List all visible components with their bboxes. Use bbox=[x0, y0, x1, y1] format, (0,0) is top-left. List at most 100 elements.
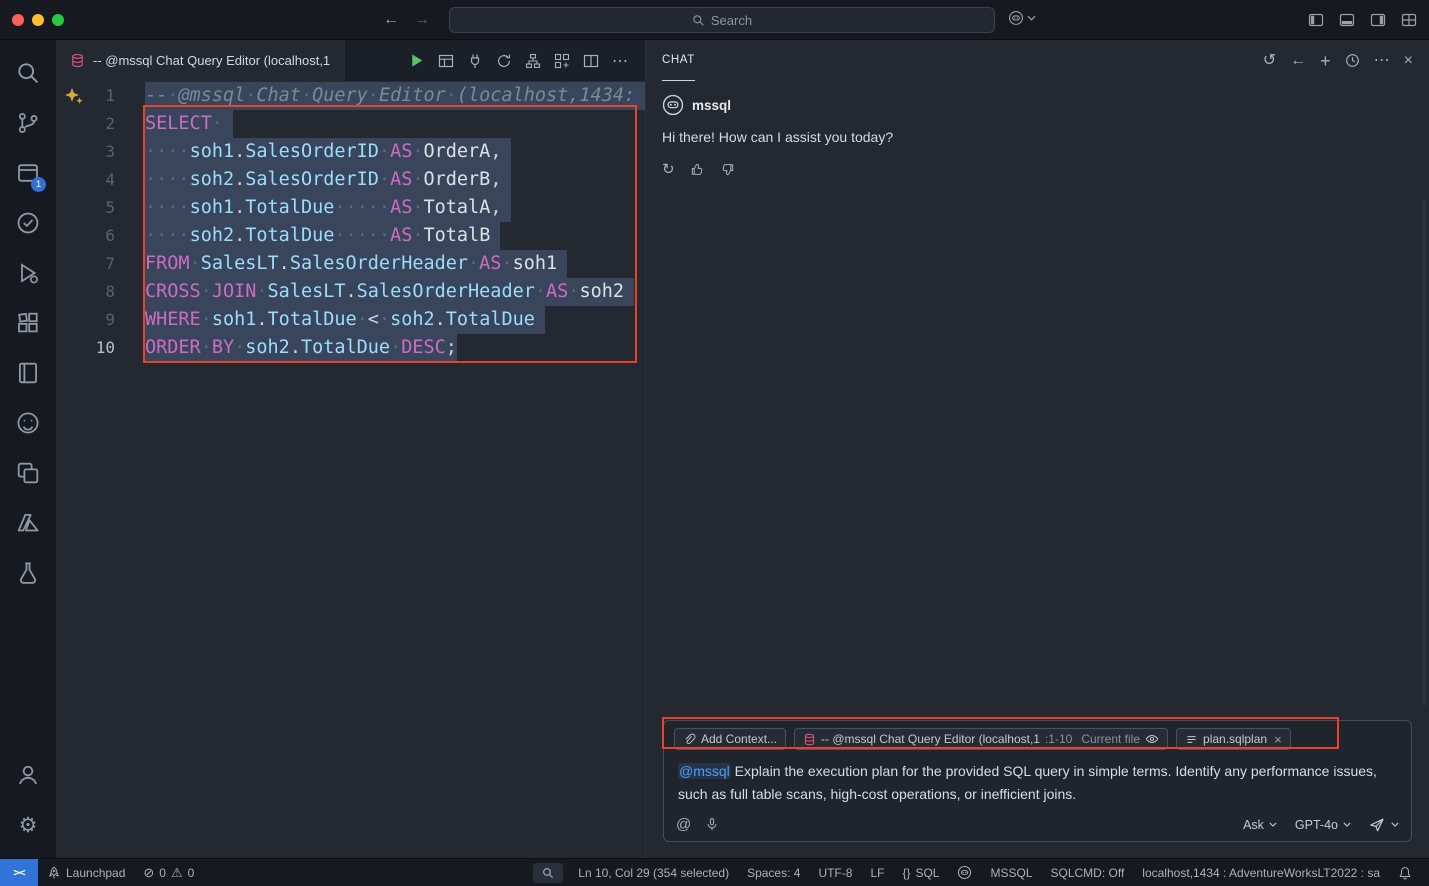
activity-extensions[interactable] bbox=[4, 298, 52, 348]
activity-remote-explorer[interactable]: 1 bbox=[4, 148, 52, 198]
customize-layout-icon[interactable] bbox=[1401, 12, 1417, 28]
code-line[interactable]: 2SELECT· bbox=[56, 110, 645, 138]
status-search-box[interactable] bbox=[533, 863, 563, 883]
results-grid-icon[interactable] bbox=[438, 53, 454, 69]
remote-indicator[interactable]: >< bbox=[0, 859, 38, 886]
code-token: soh2 bbox=[190, 225, 235, 246]
activity-containers[interactable] bbox=[4, 448, 52, 498]
mssql-status[interactable]: MSSQL bbox=[981, 859, 1041, 886]
code-line[interactable]: 5····soh1.TotalDue·····AS·TotalA, bbox=[56, 194, 645, 222]
scrollbar-thumb[interactable] bbox=[1422, 200, 1426, 705]
add-context-chip[interactable]: Add Context... bbox=[674, 728, 786, 750]
launchpad-status[interactable]: Launchpad bbox=[38, 859, 134, 886]
code-line[interactable]: 1--·@mssql·Chat·Query·Editor·(localhost,… bbox=[56, 82, 645, 110]
new-chat-icon[interactable]: + bbox=[1320, 52, 1331, 70]
code-line[interactable]: 10ORDER·BY·soh2.TotalDue·DESC; bbox=[56, 334, 645, 362]
current-file-chip[interactable]: -- @mssql Chat Query Editor (localhost,1… bbox=[794, 728, 1168, 750]
activity-notebooks[interactable] bbox=[4, 348, 52, 398]
connection-status[interactable]: localhost,1434 : AdventureWorksLT2022 : … bbox=[1133, 859, 1389, 886]
activity-testing[interactable] bbox=[4, 198, 52, 248]
chat-history-icon[interactable] bbox=[1345, 53, 1360, 68]
send-icon[interactable] bbox=[1369, 817, 1385, 833]
remove-chip-icon[interactable]: × bbox=[1274, 732, 1282, 747]
regenerate-icon[interactable]: ↻ bbox=[662, 160, 675, 178]
toggle-primary-sidebar-icon[interactable] bbox=[1308, 12, 1324, 28]
command-center-search[interactable]: Search bbox=[449, 7, 995, 33]
copilot-icon bbox=[1008, 10, 1024, 26]
editor-tab[interactable]: -- @mssql Chat Query Editor (localhost,1 bbox=[56, 40, 345, 81]
zoom-window-button[interactable] bbox=[52, 14, 64, 26]
activity-github[interactable] bbox=[4, 398, 52, 448]
close-window-button[interactable] bbox=[12, 14, 24, 26]
code-editor[interactable]: 1--·@mssql·Chat·Query·Editor·(localhost,… bbox=[56, 82, 645, 858]
microphone-icon[interactable] bbox=[705, 817, 719, 832]
code-token: · bbox=[535, 281, 546, 302]
thumbs-down-icon[interactable] bbox=[720, 162, 735, 177]
sqlcmd-status[interactable]: SQLCMD: Off bbox=[1042, 859, 1134, 886]
code-line[interactable]: 7FROM·SalesLT.SalesOrderHeader·AS·soh1 bbox=[56, 250, 645, 278]
mode-picker[interactable]: Ask bbox=[1243, 818, 1277, 832]
eye-icon[interactable] bbox=[1145, 732, 1159, 746]
eol-sequence[interactable]: LF bbox=[861, 859, 893, 886]
code-token: soh1 bbox=[212, 309, 257, 330]
search-placeholder: Search bbox=[711, 13, 752, 28]
redo-request-icon[interactable]: ← bbox=[1290, 53, 1306, 69]
code-line[interactable]: 3····soh1.SalesOrderID·AS·OrderA, bbox=[56, 138, 645, 166]
close-panel-icon[interactable]: × bbox=[1404, 53, 1413, 69]
code-line[interactable]: 9WHERE·soh1.TotalDue·<·soh2.TotalDue bbox=[56, 306, 645, 334]
code-token: · bbox=[212, 113, 223, 134]
toggle-panel-icon[interactable] bbox=[1339, 12, 1355, 28]
activity-run-debug[interactable] bbox=[4, 248, 52, 298]
connect-plug-icon[interactable] bbox=[467, 53, 483, 69]
more-actions-icon[interactable]: ⋯ bbox=[612, 51, 629, 71]
mention-picker-icon[interactable]: @ bbox=[676, 816, 691, 833]
activity-source-control[interactable] bbox=[4, 98, 52, 148]
undo-request-icon[interactable]: ↺ bbox=[1263, 53, 1276, 69]
activity-search[interactable] bbox=[4, 48, 52, 98]
code-token: TotalDue bbox=[268, 309, 357, 330]
code-token: · bbox=[379, 141, 390, 162]
thumbs-up-icon[interactable] bbox=[690, 162, 705, 177]
code-line[interactable]: 8CROSS·JOIN·SalesLT.SalesOrderHeader·AS·… bbox=[56, 278, 645, 306]
copilot-status[interactable] bbox=[948, 859, 981, 886]
chevron-down-icon[interactable] bbox=[1391, 822, 1399, 827]
activity-accounts[interactable] bbox=[4, 750, 52, 800]
run-query-button[interactable] bbox=[408, 52, 425, 69]
activity-azure[interactable] bbox=[4, 498, 52, 548]
code-line[interactable]: 6····soh2.TotalDue·····AS·TotalB bbox=[56, 222, 645, 250]
code-token: · bbox=[468, 253, 479, 274]
split-editor-icon[interactable] bbox=[583, 53, 599, 69]
code-token: ····· bbox=[334, 225, 390, 246]
chevron-down-icon bbox=[1027, 15, 1036, 21]
chat-more-icon[interactable]: ⋯ bbox=[1374, 53, 1390, 69]
code-token: · bbox=[201, 281, 212, 302]
code-token: -- bbox=[145, 85, 167, 106]
mssql-mention[interactable]: @mssql bbox=[678, 763, 731, 779]
cursor-position[interactable]: Ln 10, Col 29 (354 selected) bbox=[569, 859, 738, 886]
minimize-window-button[interactable] bbox=[32, 14, 44, 26]
activity-bar: 1 ⚙ bbox=[0, 40, 56, 858]
chat-tab[interactable]: CHAT bbox=[662, 40, 695, 81]
notifications[interactable] bbox=[1389, 859, 1421, 886]
code-token: OrderA bbox=[423, 141, 490, 162]
change-connection-icon[interactable] bbox=[496, 53, 512, 69]
query-plan-icon[interactable] bbox=[554, 53, 570, 69]
vscode-window: ← → Search 1 bbox=[0, 0, 1429, 886]
chat-prompt-input[interactable]: @mssql Explain the execution plan for th… bbox=[674, 758, 1401, 816]
go-forward-icon[interactable]: → bbox=[414, 11, 430, 29]
copilot-sparkle-icon[interactable] bbox=[64, 87, 84, 105]
code-line[interactable]: 4····soh2.SalesOrderID·AS·OrderB, bbox=[56, 166, 645, 194]
language-mode[interactable]: {} SQL bbox=[893, 859, 948, 886]
indentation[interactable]: Spaces: 4 bbox=[738, 859, 809, 886]
go-back-icon[interactable]: ← bbox=[383, 11, 399, 29]
activity-database-projects[interactable] bbox=[4, 548, 52, 598]
encoding[interactable]: UTF-8 bbox=[809, 859, 861, 886]
plan-file-chip[interactable]: plan.sqlplan × bbox=[1176, 728, 1291, 750]
activity-settings[interactable]: ⚙ bbox=[4, 800, 52, 850]
estimated-plan-icon[interactable] bbox=[525, 53, 541, 69]
model-picker[interactable]: GPT-4o bbox=[1295, 818, 1351, 832]
toggle-secondary-sidebar-icon[interactable] bbox=[1370, 12, 1386, 28]
chat-pane: CHAT ↺ ← + ⋯ × mssql Hi there! How can I… bbox=[646, 40, 1429, 858]
problems-status[interactable]: ⊘ 0 ⚠ 0 bbox=[134, 859, 203, 886]
copilot-menu[interactable] bbox=[1008, 10, 1036, 26]
